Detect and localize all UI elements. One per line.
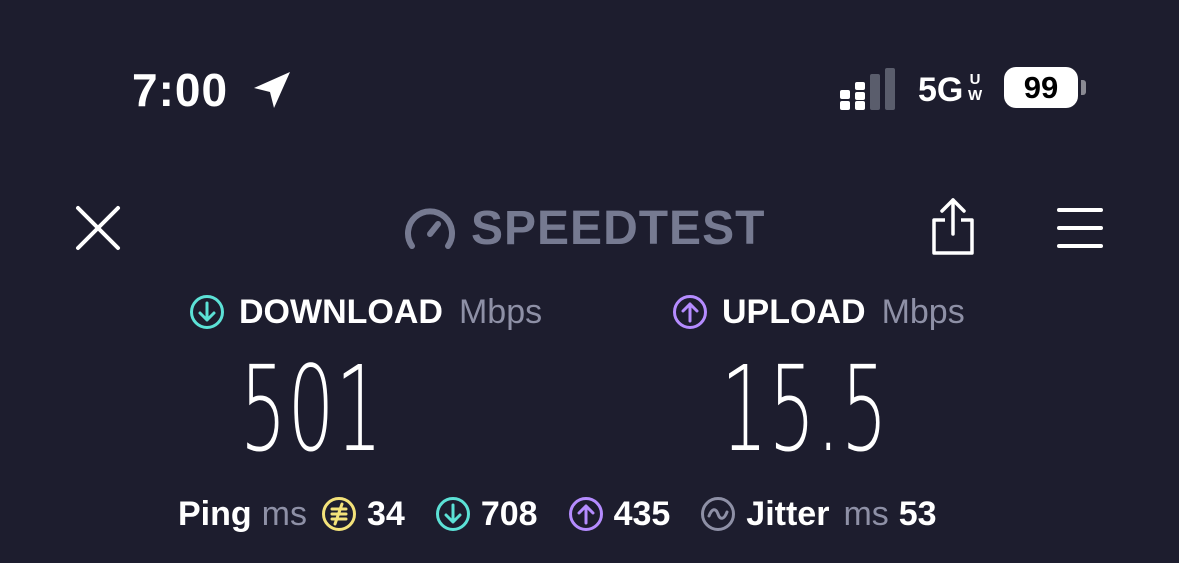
upload-arrow-icon: [673, 295, 707, 329]
idle-ping-value: 34: [367, 495, 405, 533]
network-type-label: 5G: [918, 71, 964, 109]
download-label: DOWNLOAD: [239, 293, 443, 331]
battery-cap: [1081, 80, 1086, 95]
network-suffix-bottom: W: [968, 87, 983, 104]
download-arrow-icon: [190, 295, 224, 329]
download-header: DOWNLOAD Mbps: [189, 292, 542, 332]
cellular-signal-icon: [840, 68, 895, 110]
jitter-icon: [701, 497, 736, 531]
upload-speed-value: 15.5: [721, 340, 889, 478]
location-arrow-icon: [254, 72, 290, 108]
status-time: 7:00: [132, 64, 229, 116]
speedometer-logo-icon: [405, 208, 455, 249]
jitter-value: 53: [898, 495, 937, 533]
jitter-label: Jitter: [746, 495, 830, 533]
idle-ping-icon: [322, 497, 356, 531]
upload-header: UPLOAD Mbps: [672, 292, 965, 332]
battery-indicator: 99: [1004, 67, 1078, 108]
upload-label: UPLOAD: [722, 293, 866, 331]
jitter-unit: ms: [843, 495, 889, 533]
download-ping-icon: [435, 497, 470, 531]
upload-unit: Mbps: [881, 293, 965, 331]
ping-label: Ping: [178, 495, 252, 533]
network-suffix: U W: [968, 72, 982, 104]
ping-unit: ms: [261, 495, 307, 533]
download-unit: Mbps: [458, 293, 543, 331]
share-icon[interactable]: [930, 196, 976, 256]
network-suffix-top: U: [969, 71, 981, 88]
upload-ping-icon: [568, 497, 603, 531]
download-ping-value: 708: [480, 495, 538, 533]
download-speed-value: 501: [240, 340, 384, 478]
latency-stats-row: Ping ms 34 708 435 Jitter ms 53: [178, 494, 937, 534]
close-icon[interactable]: [74, 204, 122, 252]
upload-ping-value: 435: [613, 495, 671, 533]
speedtest-logo-text: SPEEDTEST: [471, 202, 766, 255]
hamburger-menu-icon[interactable]: [1056, 206, 1104, 250]
